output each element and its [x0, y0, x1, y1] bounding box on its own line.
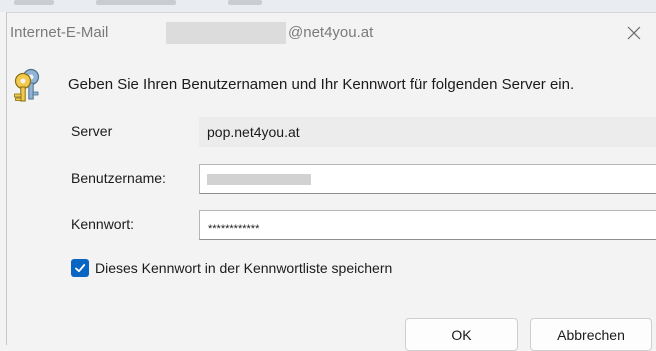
- background-text-fragment: [96, 0, 176, 5]
- redacted-username-value: [207, 174, 311, 185]
- instruction-text: Geben Sie Ihren Benutzernamen und Ihr Ke…: [68, 76, 575, 93]
- password-value: ************: [208, 223, 260, 235]
- title-prefix: Internet-E-Mail: [10, 24, 109, 41]
- save-password-option[interactable]: Dieses Kennwort in der Kennwortliste spe…: [71, 259, 392, 277]
- server-value: pop.net4you.at: [207, 124, 300, 140]
- password-label: Kennwort:: [71, 216, 135, 232]
- close-button[interactable]: [616, 17, 652, 49]
- server-label: Server: [71, 123, 113, 139]
- background-text-fragment: [14, 0, 54, 5]
- cancel-button[interactable]: Abbrechen: [530, 318, 652, 351]
- username-input[interactable]: [199, 164, 656, 194]
- checkmark-icon: [75, 264, 86, 273]
- title-bar[interactable]: Internet-E-Mail @net4you.at: [7, 13, 656, 57]
- title-domain: @net4you.at: [288, 24, 374, 41]
- password-input[interactable]: ************: [199, 210, 656, 240]
- username-label: Benutzername:: [71, 170, 166, 186]
- save-password-label[interactable]: Dieses Kennwort in der Kennwortliste spe…: [95, 260, 392, 276]
- ok-button[interactable]: OK: [405, 318, 518, 351]
- credentials-dialog: Internet-E-Mail @net4you.at Geben Sie Ih…: [6, 12, 656, 351]
- server-field: pop.net4you.at: [199, 117, 656, 147]
- keys-icon: [14, 68, 40, 102]
- background-window-strip: [0, 0, 656, 12]
- background-text-fragment: [228, 0, 262, 5]
- save-password-checkbox[interactable]: [71, 259, 89, 277]
- close-icon: [627, 26, 641, 40]
- redacted-username-block: [166, 22, 286, 44]
